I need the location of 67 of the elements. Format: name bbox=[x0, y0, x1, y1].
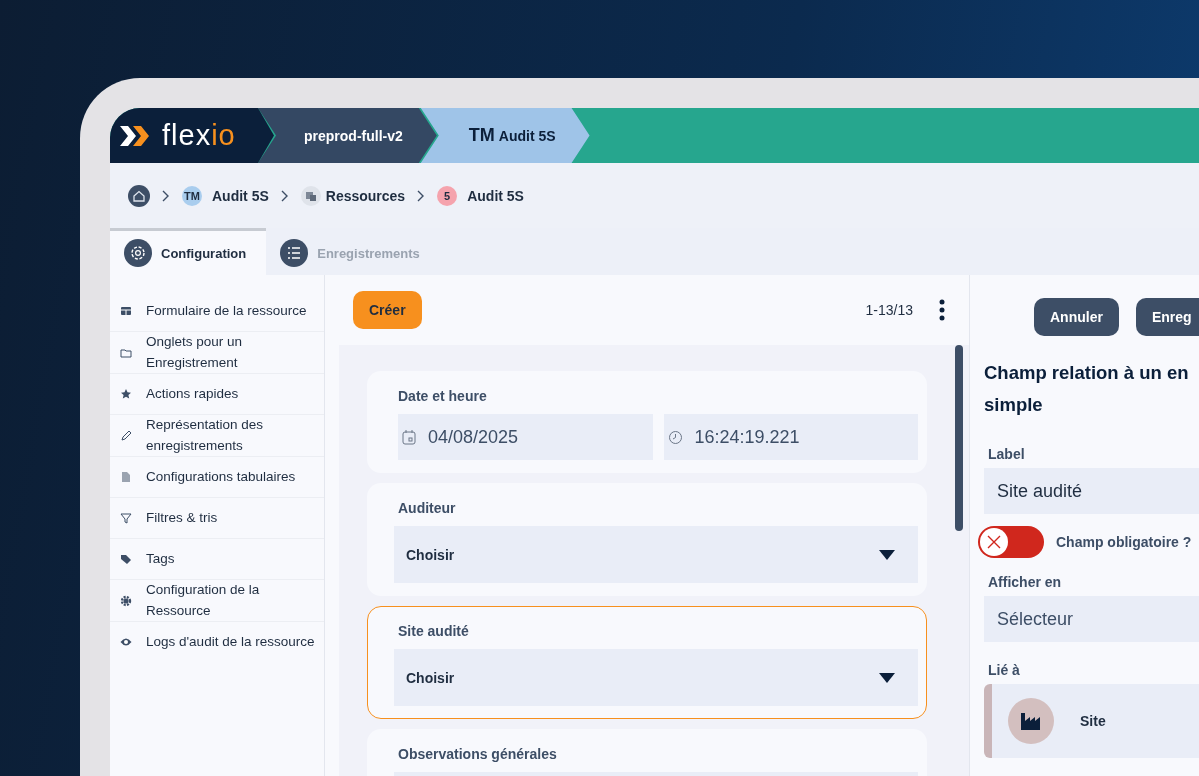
sidebar-item[interactable]: Tags bbox=[146, 548, 318, 570]
logo-text: flexio bbox=[162, 119, 236, 152]
form-field-card[interactable]: Observations générales bbox=[367, 729, 927, 776]
form-field-card[interactable]: Date et heure 04/08/2025 16:24:19.221 bbox=[367, 371, 927, 473]
sidebar-item[interactable]: Actions rapides bbox=[146, 383, 318, 405]
document-icon bbox=[120, 471, 132, 483]
dropdown-arrow-icon bbox=[879, 549, 895, 560]
date-field[interactable]: 04/08/2025 bbox=[398, 414, 653, 460]
breadcrumb-link[interactable]: TM Audit 5S bbox=[182, 185, 269, 206]
gear-icon bbox=[120, 594, 132, 607]
field-label: Site audité bbox=[398, 623, 470, 639]
field-label: Label bbox=[988, 446, 1026, 462]
time-field[interactable]: 16:24:19.221 bbox=[663, 414, 918, 460]
home-icon[interactable] bbox=[128, 184, 150, 207]
sidebar-item[interactable]: Configurations tabulaires bbox=[146, 466, 318, 488]
cancel-button[interactable]: Annuler bbox=[1034, 298, 1119, 336]
select-field[interactable]: Choisir bbox=[394, 526, 918, 583]
close-icon bbox=[985, 533, 1003, 551]
pagination-count: 1-13/13 bbox=[865, 302, 913, 318]
field-label: Afficher en bbox=[988, 574, 1063, 590]
text-field[interactable]: Site audité bbox=[984, 468, 1199, 514]
field-label: Observations générales bbox=[398, 746, 558, 762]
clock-icon bbox=[667, 429, 683, 445]
toggle-switch[interactable] bbox=[978, 526, 1044, 558]
sidebar-item[interactable]: Représentation des enregistrements bbox=[146, 415, 318, 456]
sidebar-item[interactable]: Configuration de la Ressource bbox=[146, 580, 318, 621]
sidebar-item[interactable]: Filtres & tris bbox=[146, 507, 318, 529]
list-icon bbox=[280, 239, 309, 267]
toggle-label: Champ obligatoire ? bbox=[1056, 534, 1192, 550]
select-field[interactable]: Choisir bbox=[394, 649, 918, 706]
star-icon bbox=[120, 388, 132, 400]
boxes-icon bbox=[300, 185, 321, 206]
sidebar-item[interactable]: Formulaire de la ressource bbox=[146, 300, 318, 322]
breadcrumb-link[interactable]: Ressources bbox=[325, 187, 406, 204]
panel-title: Champ relation à un en simple bbox=[984, 361, 1190, 417]
field-label: Auditeur bbox=[398, 500, 457, 516]
more-icon[interactable] bbox=[939, 299, 945, 321]
eye-icon bbox=[120, 636, 132, 648]
factory-icon bbox=[1008, 698, 1054, 744]
form-field-card[interactable]: Site audité Choisir bbox=[367, 606, 927, 719]
environment-tab[interactable]: preprod-full-v2 bbox=[258, 108, 437, 163]
table-icon bbox=[120, 305, 132, 317]
sidebar-item[interactable]: Logs d'audit de la ressource bbox=[146, 631, 318, 653]
tab[interactable]: Configuration bbox=[110, 228, 267, 275]
filter-icon bbox=[120, 512, 132, 524]
breadcrumb-link[interactable]: 5 Audit 5S bbox=[437, 185, 524, 206]
linked-resource-card[interactable]: Site bbox=[984, 684, 1199, 758]
chevron-icon bbox=[162, 189, 170, 202]
settings-icon bbox=[124, 239, 152, 267]
app-tab[interactable]: TM Audit 5S bbox=[420, 108, 590, 163]
save-button[interactable]: Enreg bbox=[1135, 298, 1199, 336]
form-field-card[interactable]: Auditeur Choisir bbox=[367, 483, 927, 596]
chevron-icon bbox=[417, 189, 426, 202]
chevron-icon bbox=[280, 189, 289, 202]
field-label: Date et heure bbox=[398, 388, 488, 404]
sidebar-item[interactable]: Onglets pour un Enregistrement bbox=[146, 332, 318, 373]
text-field[interactable]: Sélecteur bbox=[984, 596, 1199, 642]
folder-icon bbox=[120, 346, 132, 359]
linked-resource-name: Site bbox=[1080, 713, 1106, 729]
tag-icon bbox=[120, 553, 132, 565]
logo-icon bbox=[120, 123, 150, 148]
create-button[interactable]: Créer bbox=[353, 291, 422, 329]
field-label: Lié à bbox=[988, 662, 1021, 678]
scrollbar[interactable] bbox=[955, 345, 963, 531]
calendar-icon bbox=[402, 429, 416, 445]
pencil-icon bbox=[120, 429, 132, 442]
dropdown-arrow-icon bbox=[879, 672, 895, 683]
